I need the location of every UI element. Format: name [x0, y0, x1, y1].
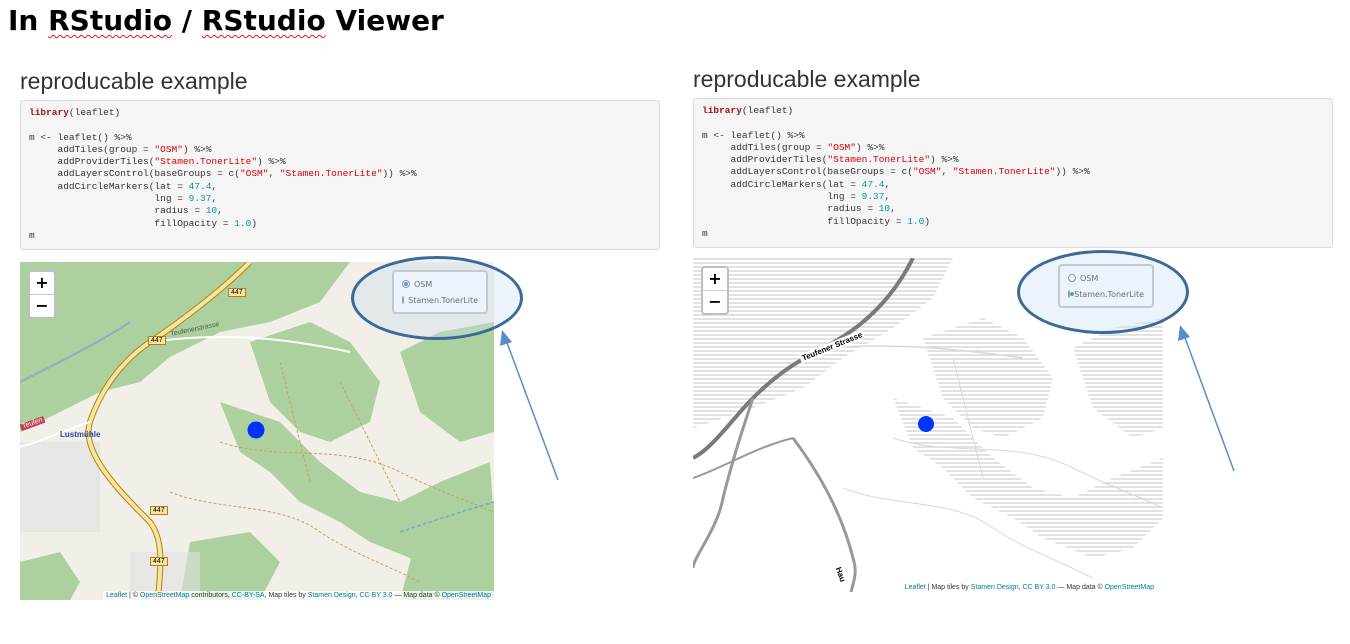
map-attribution: Leaflet | Map tiles by Stamen Design, CC…	[904, 584, 1154, 591]
title-rstudio: RStudio	[48, 4, 173, 37]
zoom-out-button[interactable]: −	[30, 295, 54, 317]
left-annotation-arrow	[500, 330, 559, 481]
ccby-link[interactable]: CC BY 3.0	[360, 592, 393, 599]
right-annotation-arrow	[1178, 325, 1235, 472]
town-label-lustmuehle: Lustmühle	[60, 430, 101, 439]
left-heading: reproducable example	[20, 68, 248, 94]
right-highlight-ellipse	[1017, 250, 1189, 334]
map-attribution: Leaflet | © OpenStreetMap contributors, …	[103, 591, 494, 600]
title-rstudio-viewer: RStudio	[201, 4, 326, 37]
osm-data-link[interactable]: OpenStreetMap	[442, 592, 491, 599]
left-highlight-ellipse	[351, 256, 523, 340]
ccby-link[interactable]: CC BY 3.0	[1023, 584, 1056, 591]
road-label-447-c: 447	[150, 506, 168, 515]
right-heading: reproducable example	[693, 66, 921, 92]
zoom-in-button[interactable]: +	[30, 272, 54, 295]
page-title: In RStudio / RStudio Viewer	[8, 4, 444, 37]
left-code-block: library(leaflet) m <- leaflet() %>% addT…	[20, 100, 660, 250]
circle-marker[interactable]	[247, 421, 265, 439]
right-code-block: library(leaflet) m <- leaflet() %>% addT…	[693, 98, 1333, 248]
osm-data-link[interactable]: OpenStreetMap	[1105, 584, 1154, 591]
zoom-control: + −	[28, 270, 56, 319]
zoom-out-button[interactable]: −	[703, 291, 727, 313]
ccbysa-link[interactable]: CC-BY-SA	[232, 592, 265, 599]
circle-marker[interactable]	[918, 416, 934, 432]
leaflet-link[interactable]: Leaflet	[106, 592, 127, 599]
leaflet-link[interactable]: Leaflet	[905, 584, 926, 591]
osm-link[interactable]: OpenStreetMap	[140, 592, 189, 599]
stamen-link[interactable]: Stamen Design	[971, 584, 1019, 591]
zoom-in-button[interactable]: +	[703, 268, 727, 291]
road-label-447-d: 447	[150, 557, 168, 566]
road-label-447-b: 447	[148, 336, 166, 345]
stamen-link[interactable]: Stamen Design	[308, 592, 356, 599]
zoom-control: + −	[701, 266, 729, 315]
road-label-447-a: 447	[228, 288, 246, 297]
